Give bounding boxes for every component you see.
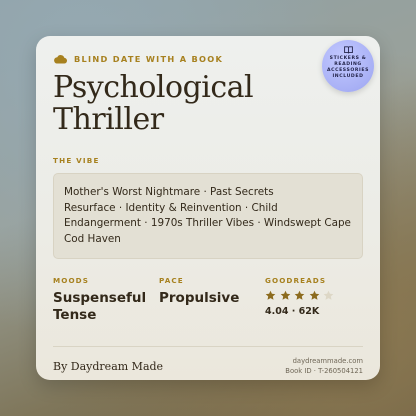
accessories-badge: STICKERS & READING ACCESSORIES INCLUDED	[322, 40, 374, 92]
goodreads-rating: 4.04 · 62K	[265, 306, 320, 317]
badge-line: INCLUDED	[332, 74, 364, 79]
vibe-label: THE VIBE	[53, 156, 100, 165]
tag-row: BLIND DATE WITH A BOOK	[53, 52, 363, 66]
moods-label: MOODS	[53, 276, 90, 285]
title-line: Thriller	[53, 102, 164, 137]
pace-label: PACE	[159, 276, 184, 285]
site-link[interactable]: daydreammade.com	[285, 356, 363, 366]
goodreads-label: GOODREADS	[265, 276, 327, 285]
goodreads-block: GOODREADS 4.04 · 62K	[265, 276, 334, 324]
star-filled-icon	[280, 290, 290, 300]
book-id: Book ID · T-260504121	[285, 367, 363, 375]
stats-row: MOODS Suspenseful Tense PACE Propulsive …	[53, 276, 363, 324]
brand-byline: By Daydream Made	[53, 359, 164, 373]
title-line: Psychological	[53, 70, 254, 105]
pace-block: PACE Propulsive	[159, 276, 265, 324]
mood-item: Tense	[53, 307, 97, 323]
book-card: BLIND DATE WITH A BOOK Psychological Thr…	[36, 36, 380, 380]
divider	[53, 346, 363, 347]
moods-value: Suspenseful Tense	[53, 290, 159, 324]
tag-label: BLIND DATE WITH A BOOK	[74, 54, 224, 64]
star-empty-icon	[323, 290, 334, 300]
cloud-icon	[54, 55, 67, 64]
book-icon	[343, 46, 353, 54]
footer-meta: daydreammade.com Book ID · T-260504121	[285, 356, 363, 376]
footer: By Daydream Made daydreammade.com Book I…	[53, 356, 363, 376]
star-filled-icon	[309, 290, 319, 300]
vibe-line: Resurface · Identity & Reinvention · Chi…	[64, 201, 278, 214]
badge-text: STICKERS & READING ACCESSORIES INCLUDED	[326, 56, 370, 80]
vibe-line: Endangerment · 1970s Thriller Vibes · Wi…	[64, 217, 351, 229]
star-filled-icon	[294, 290, 305, 300]
moods-block: MOODS Suspenseful Tense	[53, 276, 159, 324]
vibe-box: Mother's Worst Nightmare · Past Secrets …	[53, 173, 363, 259]
vibe-line: Mother's Worst Nightmare · Past Secrets	[64, 186, 274, 198]
page-title: Psychological Thriller	[53, 72, 363, 136]
pace-value: Propulsive	[159, 290, 240, 306]
mood-item: Suspenseful	[53, 290, 147, 306]
star-rating	[265, 290, 334, 302]
vibe-line: Cod Haven	[64, 232, 121, 245]
star-filled-icon	[265, 290, 276, 300]
